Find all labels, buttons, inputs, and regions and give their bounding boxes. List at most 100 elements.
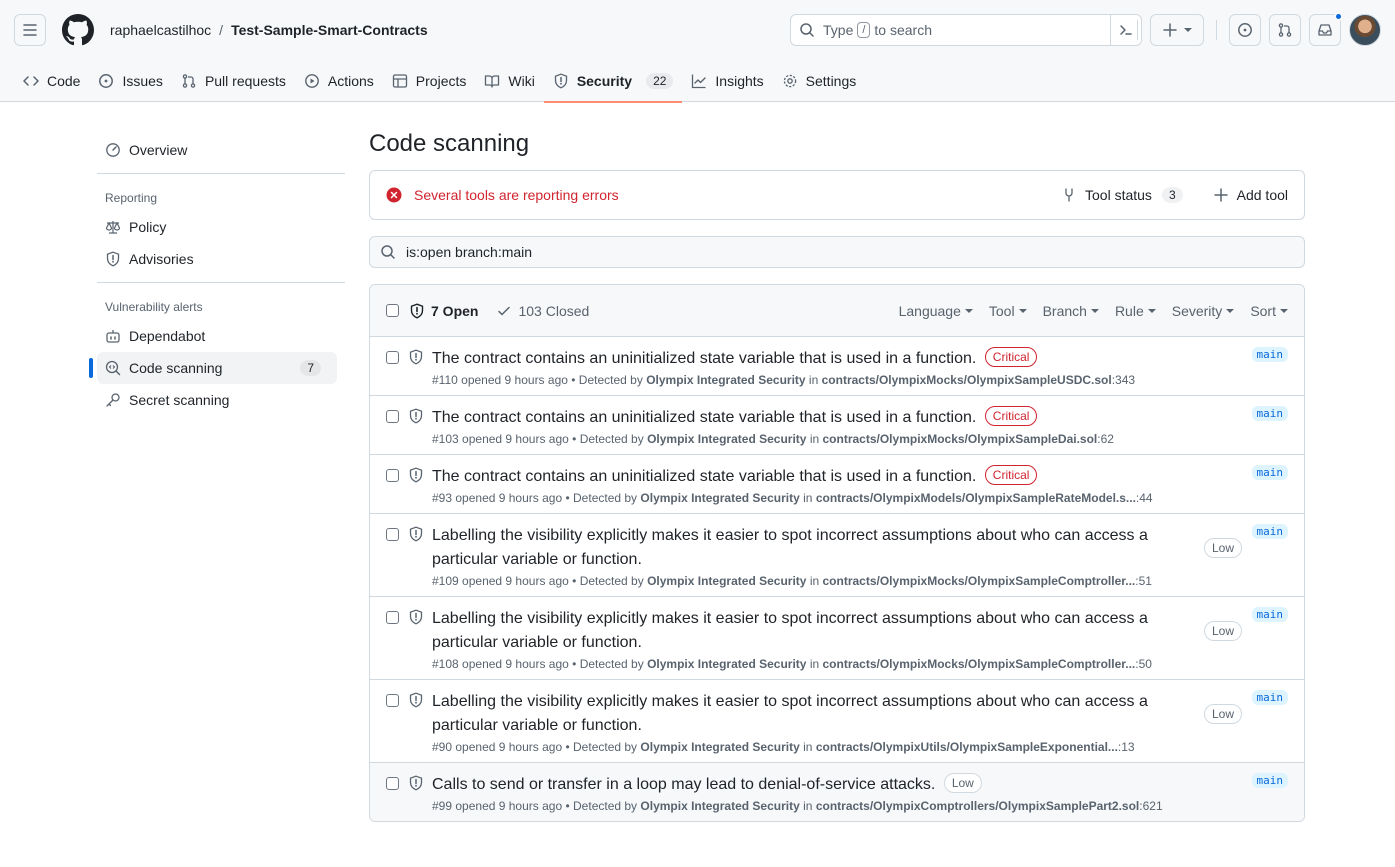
alert-shield-icon (408, 609, 424, 671)
alert-row[interactable]: Labelling the visibility explicitly make… (370, 597, 1304, 680)
alert-path[interactable]: contracts/OlympixComptrollers/OlympixSam… (816, 799, 1139, 813)
alert-meta: #93 opened 9 hours ago • Detected by Oly… (432, 491, 1178, 505)
alert-shield-icon (408, 467, 424, 505)
alert-path[interactable]: contracts/OlympixModels/OlympixSampleRat… (816, 491, 1136, 505)
alert-filter-input[interactable]: is:open branch:main (369, 236, 1305, 268)
sidebar-item-advisories[interactable]: Advisories (97, 243, 345, 275)
breadcrumb-owner[interactable]: raphaelcastilhoc (110, 22, 211, 38)
inbox-button[interactable] (1309, 12, 1343, 46)
alert-detected-prefix: • Detected by (572, 657, 644, 671)
branch-label: main (1251, 524, 1288, 539)
alert-title-link[interactable]: Calls to send or transfer in a loop may … (432, 776, 935, 793)
alert-body: The contract contains an uninitialized s… (432, 347, 1288, 387)
alert-title-line: Labelling the visibility explicitly make… (432, 690, 1178, 738)
alert-tool: Olympix Integrated Security (647, 432, 807, 446)
alert-in: in (809, 432, 820, 446)
sidebar-item-label: Policy (129, 219, 167, 235)
plus-icon (1213, 188, 1228, 202)
alert-line: :44 (1135, 491, 1153, 505)
alert-checkbox[interactable] (386, 611, 399, 624)
search-input[interactable]: Type / to search (790, 14, 1142, 46)
tab-projects[interactable]: Projects (383, 60, 476, 102)
alert-checkbox[interactable] (386, 694, 399, 707)
alert-title-link[interactable]: Labelling the visibility explicitly make… (432, 693, 1148, 734)
sidebar-item-overview[interactable]: Overview (97, 134, 345, 166)
tab-settings[interactable]: Settings (773, 60, 866, 102)
x-circle-icon (386, 187, 402, 203)
sidebar-item-policy[interactable]: Policy (97, 211, 345, 243)
list-filters: Language Tool Branch Rule Severity Sort (899, 303, 1288, 319)
add-tool-button[interactable]: Add tool (1213, 187, 1288, 203)
tab-insights[interactable]: Insights (682, 60, 772, 102)
tab-wiki[interactable]: Wiki (475, 60, 543, 102)
filter-rule-dropdown[interactable]: Rule (1115, 303, 1156, 319)
closed-alerts-toggle[interactable]: 103 Closed (496, 303, 589, 319)
filter-branch-dropdown[interactable]: Branch (1043, 303, 1099, 319)
notification-dot (1334, 12, 1343, 21)
alert-title-line: The contract contains an uninitialized s… (432, 347, 1178, 371)
alert-checkbox[interactable] (386, 351, 399, 364)
alert-checkbox[interactable] (386, 777, 399, 790)
alert-path[interactable]: contracts/OlympixMocks/OlympixSampleDai.… (823, 432, 1098, 446)
alert-row[interactable]: The contract contains an uninitialized s… (370, 396, 1304, 455)
tab-code[interactable]: Code (14, 60, 89, 102)
alert-opened: opened 9 hours ago (455, 491, 563, 505)
alert-row[interactable]: The contract contains an uninitialized s… (370, 455, 1304, 514)
tab-security[interactable]: Security 22 (543, 60, 683, 103)
alert-line: :50 (1135, 657, 1152, 671)
alert-title-link[interactable]: The contract contains an uninitialized s… (432, 468, 976, 485)
menu-button[interactable] (14, 14, 46, 46)
inbox-icon (1318, 24, 1332, 36)
github-logo-icon[interactable] (62, 14, 94, 46)
alert-title-link[interactable]: Labelling the visibility explicitly make… (432, 610, 1148, 651)
tool-status-button[interactable]: Tool status 3 (1061, 187, 1183, 203)
issues-button[interactable] (1229, 14, 1261, 46)
sort-dropdown[interactable]: Sort (1250, 303, 1288, 319)
open-alerts-toggle[interactable]: 7 Open (409, 303, 478, 319)
tab-actions[interactable]: Actions (295, 60, 383, 102)
alert-path[interactable]: contracts/OlympixMocks/OlympixSampleComp… (823, 657, 1136, 671)
alert-path[interactable]: contracts/OlympixUtils/OlympixSampleExpo… (816, 740, 1118, 754)
alert-checkbox[interactable] (386, 410, 399, 423)
filter-severity-dropdown[interactable]: Severity (1172, 303, 1235, 319)
alert-checkbox[interactable] (386, 528, 399, 541)
hamburger-icon (23, 24, 37, 36)
book-icon (485, 75, 500, 88)
alert-path[interactable]: contracts/OlympixMocks/OlympixSampleComp… (823, 574, 1136, 588)
avatar[interactable] (1349, 14, 1381, 46)
alert-title-link[interactable]: Labelling the visibility explicitly make… (432, 527, 1148, 568)
sidebar-item-secret-scanning[interactable]: Secret scanning (97, 384, 345, 416)
select-all-checkbox[interactable] (386, 304, 399, 317)
breadcrumb: raphaelcastilhoc / Test-Sample-Smart-Con… (110, 22, 428, 38)
alert-row[interactable]: The contract contains an uninitialized s… (370, 337, 1304, 396)
main-content: Code scanning Several tools are reportin… (369, 128, 1305, 822)
alert-row[interactable]: Calls to send or transfer in a loop may … (370, 763, 1304, 821)
tab-issues[interactable]: Issues (89, 60, 171, 102)
alert-in: in (803, 491, 813, 505)
create-new-button[interactable] (1150, 14, 1204, 46)
alert-path[interactable]: contracts/OlympixMocks/OlympixSampleUSDC… (822, 373, 1112, 387)
alert-title-link[interactable]: The contract contains an uninitialized s… (432, 409, 976, 426)
alert-row[interactable]: Labelling the visibility explicitly make… (370, 680, 1304, 763)
alert-checkbox[interactable] (386, 469, 399, 482)
tab-label: Settings (805, 73, 857, 89)
tab-pull-requests[interactable]: Pull requests (172, 60, 295, 102)
severity-badge: Low (943, 773, 982, 793)
play-icon (304, 74, 319, 88)
alert-number: #109 (432, 574, 459, 588)
filter-tool-dropdown[interactable]: Tool (989, 303, 1027, 319)
alert-detected-prefix: • Detected by (571, 373, 643, 387)
alert-row[interactable]: Labelling the visibility explicitly make… (370, 514, 1304, 597)
filter-language-dropdown[interactable]: Language (899, 303, 973, 319)
check-icon (498, 306, 511, 315)
alert-list: 7 Open 103 Closed Language Tool Branch R… (369, 284, 1305, 822)
alert-number: #103 (432, 432, 459, 446)
alert-line: :13 (1117, 740, 1135, 754)
sidebar-item-code-scanning[interactable]: Code scanning 7 (89, 352, 337, 384)
breadcrumb-repo[interactable]: Test-Sample-Smart-Contracts (231, 22, 428, 38)
alert-title-link[interactable]: The contract contains an uninitialized s… (432, 350, 976, 367)
sidebar-heading-reporting: Reporting (105, 191, 158, 205)
alert-opened: opened 9 hours ago (455, 799, 563, 813)
pull-requests-button[interactable] (1269, 14, 1301, 46)
sidebar-item-dependabot[interactable]: Dependabot (97, 320, 345, 352)
